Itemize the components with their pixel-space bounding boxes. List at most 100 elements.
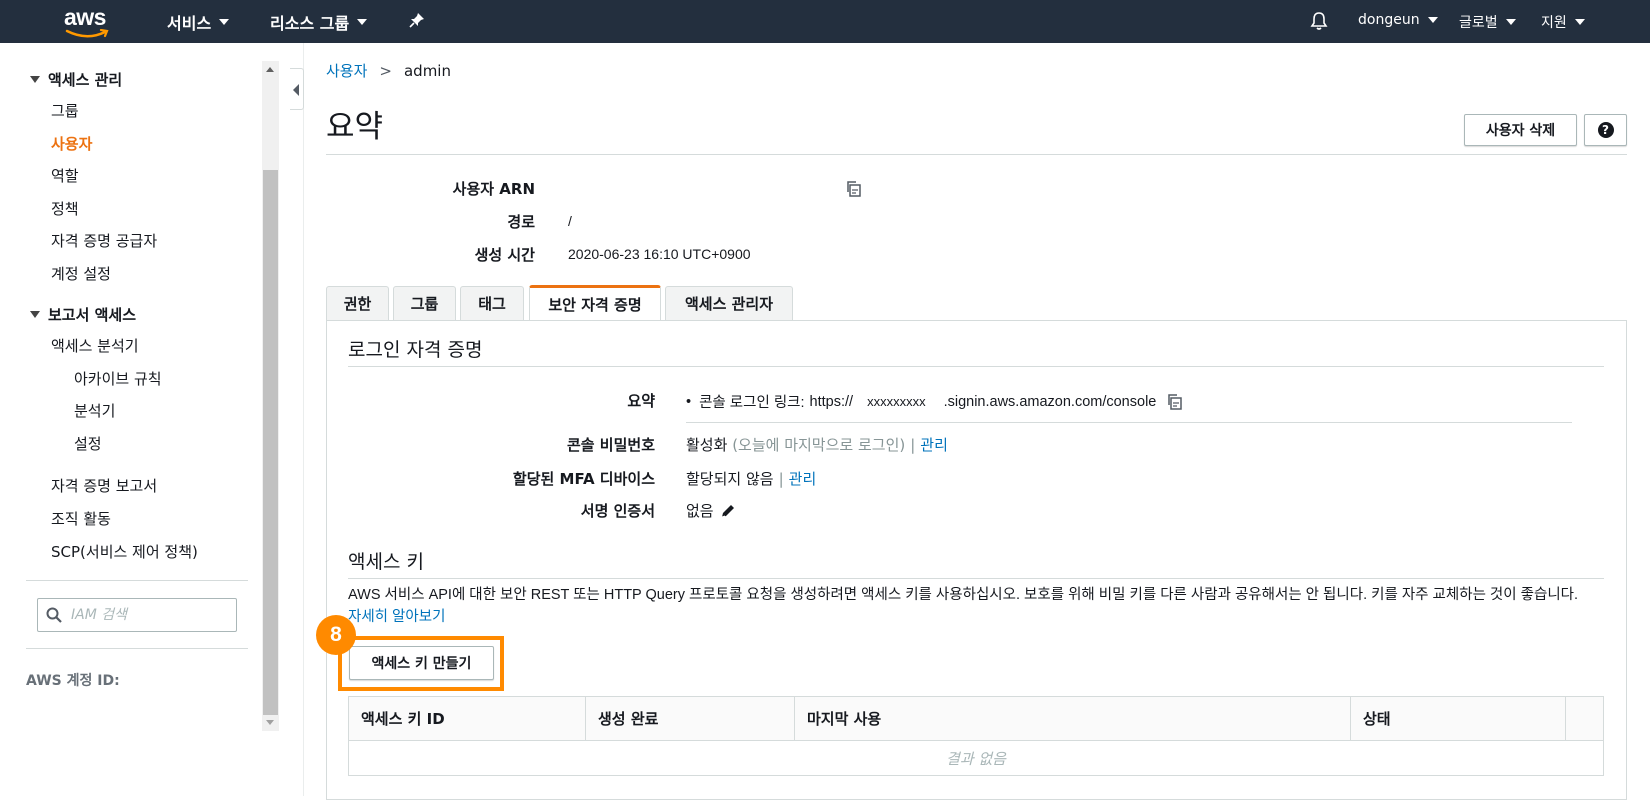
signing-certificate-label: 서명 인증서: [580, 502, 655, 520]
sidebar-border: [303, 43, 304, 796]
aws-logo-text: aws: [64, 4, 106, 30]
resource-groups-label: 리소스 그룹: [270, 14, 350, 33]
user-arn-label: 사용자 ARN: [452, 180, 535, 198]
breadcrumb-separator: >: [379, 61, 392, 80]
breadcrumb-users-link[interactable]: 사용자: [326, 60, 367, 81]
mfa-device-label: 할당된 MFA 디바이스: [512, 470, 655, 488]
bell-icon[interactable]: [1310, 11, 1328, 31]
sidebar-section-label: 액세스 관리: [48, 71, 123, 89]
sidebar-item-analyzers[interactable]: 분석기: [74, 400, 115, 421]
column-last-used[interactable]: 마지막 사용: [795, 697, 1351, 740]
console-password-label: 콘솔 비밀번호: [566, 436, 655, 454]
support-label: 지원: [1541, 15, 1567, 31]
separator: |: [910, 436, 916, 454]
console-password-row: 활성화 (오늘에 마지막으로 로그인) | 관리: [686, 434, 948, 455]
tab-access-advisor[interactable]: 액세스 관리자: [665, 286, 793, 320]
console-signin-link-row: • 콘솔 로그인 링크: https:// xxxxxxxxx .signin.…: [686, 391, 1184, 412]
pencil-icon[interactable]: [720, 503, 736, 519]
sidebar-item-users[interactable]: 사용자: [51, 133, 92, 154]
sidebar-item-policies[interactable]: 정책: [51, 198, 79, 219]
console-password-status: 활성화: [686, 436, 728, 454]
tab-tags[interactable]: 태그: [460, 286, 524, 320]
mfa-device-value: 할당되지 않음: [686, 470, 774, 488]
signin-credentials-title: 로그인 자격 증명: [348, 339, 483, 361]
tab-groups[interactable]: 그룹: [393, 286, 456, 320]
chevron-down-icon: [1505, 19, 1516, 25]
services-menu-label: 서비스: [167, 14, 212, 33]
manage-mfa-link[interactable]: 관리: [789, 470, 817, 488]
resource-groups-menu[interactable]: 리소스 그룹: [270, 10, 368, 34]
tab-permissions[interactable]: 권한: [326, 286, 389, 320]
section-divider: [348, 366, 1604, 367]
sidebar-section-access-management[interactable]: 액세스 관리: [30, 69, 122, 90]
sidebar-item-analyzer-settings[interactable]: 설정: [74, 433, 102, 454]
sidebar-section-label: 보고서 액세스: [48, 306, 137, 324]
scroll-up-arrow-icon[interactable]: [266, 67, 274, 72]
bullet: •: [686, 393, 692, 410]
sidebar-section-access-reports[interactable]: 보고서 액세스: [30, 304, 136, 325]
access-keys-description: AWS 서비스 API에 대한 보안 REST 또는 HTTP Query 프로…: [348, 584, 1593, 628]
chevron-down-icon: [1574, 19, 1585, 25]
table-header: 액세스 키 ID 생성 완료 마지막 사용 상태: [349, 697, 1603, 741]
collapse-sidebar-toggle[interactable]: [290, 68, 304, 110]
sidebar-item-account-settings[interactable]: 계정 설정: [51, 263, 111, 284]
column-access-key-id[interactable]: 액세스 키 ID: [349, 697, 586, 740]
aws-logo[interactable]: aws: [64, 4, 112, 38]
manage-password-link[interactable]: 관리: [920, 436, 948, 454]
creation-time-value: 2020-06-23 16:10 UTC+0900: [568, 246, 751, 262]
help-button[interactable]: ?: [1584, 114, 1627, 146]
learn-more-link[interactable]: 자세히 알아보기: [348, 609, 445, 625]
page-title: 요약: [326, 109, 384, 145]
delete-user-button[interactable]: 사용자 삭제: [1464, 114, 1577, 146]
caret-down-icon: [30, 311, 40, 318]
pin-icon[interactable]: [409, 12, 425, 28]
support-menu[interactable]: 지원: [1541, 12, 1585, 32]
sidebar-scroll-thumb[interactable]: [263, 170, 278, 715]
help-icon: ?: [1597, 122, 1614, 138]
path-value: /: [568, 213, 572, 229]
sidebar-item-identity-providers[interactable]: 자격 증명 공급자: [51, 230, 157, 251]
summary-divider: [686, 422, 1572, 423]
creation-time-label: 생성 시간: [474, 246, 535, 264]
console-link-account[interactable]: xxxxxxxxx: [867, 394, 926, 409]
copy-icon[interactable]: [1166, 393, 1184, 411]
console-link-url-suffix[interactable]: .signin.aws.amazon.com/console: [944, 394, 1157, 410]
tab-security-credentials[interactable]: 보안 자격 증명: [529, 285, 661, 321]
section-divider: [348, 578, 1604, 579]
aws-smile-icon: [65, 29, 109, 38]
column-status[interactable]: 상태: [1351, 697, 1566, 740]
chevron-down-icon: [219, 19, 230, 25]
iam-search-input[interactable]: [69, 606, 219, 624]
sidebar-item-roles[interactable]: 역할: [51, 165, 79, 186]
sidebar-item-archive-rules[interactable]: 아카이브 규칙: [74, 368, 162, 389]
breadcrumb-current: admin: [403, 61, 451, 80]
copy-icon[interactable]: [845, 180, 863, 198]
mfa-device-row: 할당되지 않음 | 관리: [686, 468, 816, 489]
sidebar-item-access-analyzer[interactable]: 액세스 분석기: [51, 335, 139, 356]
empty-results-row: 결과 없음: [946, 749, 1006, 768]
iam-search[interactable]: [37, 598, 237, 632]
console-link-label: 콘솔 로그인 링크:: [699, 395, 805, 411]
column-actions: [1566, 697, 1603, 740]
sidebar-divider: [26, 648, 248, 649]
title-divider: [326, 154, 1627, 155]
scroll-down-arrow-icon[interactable]: [266, 720, 274, 725]
console-link-url-prefix[interactable]: https://: [810, 394, 854, 410]
aws-account-id-label: AWS 계정 ID:: [26, 673, 120, 689]
access-keys-table: 액세스 키 ID 생성 완료 마지막 사용 상태 결과 없음: [348, 696, 1604, 776]
access-keys-description-text: AWS 서비스 API에 대한 보안 REST 또는 HTTP Query 프로…: [348, 587, 1579, 603]
signing-certificate-value: 없음: [686, 502, 714, 520]
region-menu[interactable]: 글로벌: [1459, 12, 1516, 32]
summary-label: 요약: [627, 392, 655, 410]
path-label: 경로: [507, 213, 535, 231]
sidebar-item-scp[interactable]: SCP(서비스 제어 정책): [51, 541, 198, 562]
sidebar-item-credential-report[interactable]: 자격 증명 보고서: [51, 475, 157, 496]
account-menu[interactable]: dongeun: [1358, 12, 1438, 28]
services-menu[interactable]: 서비스: [167, 10, 230, 34]
sidebar-item-groups[interactable]: 그룹: [51, 100, 79, 121]
breadcrumb: 사용자 > admin: [326, 60, 451, 81]
step-number-badge: 8: [316, 615, 356, 655]
sidebar-item-organization-activity[interactable]: 조직 활동: [51, 508, 111, 529]
column-created[interactable]: 생성 완료: [586, 697, 795, 740]
chevron-down-icon: [1427, 17, 1438, 23]
